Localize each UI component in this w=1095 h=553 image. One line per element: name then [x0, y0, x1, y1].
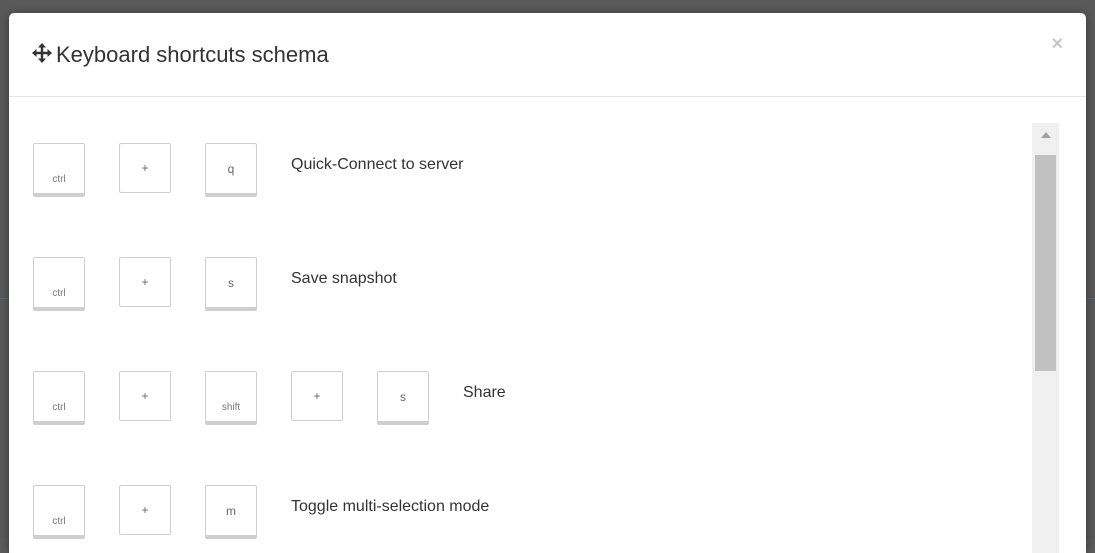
key-cap: ctrl	[33, 371, 85, 425]
close-button[interactable]: ×	[1051, 34, 1063, 54]
backdrop-divider	[1086, 298, 1095, 299]
dialog-header: Keyboard shortcuts schema ×	[9, 13, 1086, 97]
shortcut-label: Save snapshot	[291, 270, 397, 287]
key-plus: +	[291, 371, 343, 421]
key-cap: ctrl	[33, 257, 85, 311]
dialog-body: ctrl + q Quick-Connect to server ctrl + s Save …	[9, 97, 1086, 553]
key-plus: +	[119, 143, 171, 193]
key-cap: ctrl	[33, 143, 85, 197]
shortcut-row: ctrl + m Toggle multi-selection mode	[33, 483, 489, 541]
move-icon[interactable]	[32, 43, 52, 63]
key-plus: +	[119, 257, 171, 307]
key-cap: s	[377, 371, 429, 425]
key-cap: s	[205, 257, 257, 311]
key-cap: shift	[205, 371, 257, 425]
key-cap: q	[205, 143, 257, 197]
scroll-thumb[interactable]	[1035, 155, 1056, 371]
shortcut-row: ctrl + s Save snapshot	[33, 255, 397, 313]
backdrop-divider	[0, 298, 9, 299]
shortcut-label: Toggle multi-selection mode	[291, 498, 490, 515]
shortcut-label: Quick-Connect to server	[291, 156, 464, 173]
triangle-up-icon	[1040, 132, 1051, 138]
dialog-title: Keyboard shortcuts schema	[56, 42, 329, 67]
vertical-scrollbar[interactable]	[1032, 123, 1059, 553]
shortcut-label: Share	[463, 384, 506, 401]
key-cap: ctrl	[33, 485, 85, 539]
key-plus: +	[119, 485, 171, 535]
shortcut-row: ctrl + shift + s Share	[33, 369, 506, 427]
key-plus: +	[119, 371, 171, 421]
scroll-up-button[interactable]	[1032, 123, 1059, 147]
shortcuts-dialog: Keyboard shortcuts schema × ctrl + q Quick-…	[9, 13, 1086, 553]
shortcut-row: ctrl + q Quick-Connect to server	[33, 141, 464, 199]
key-cap: m	[205, 485, 257, 539]
